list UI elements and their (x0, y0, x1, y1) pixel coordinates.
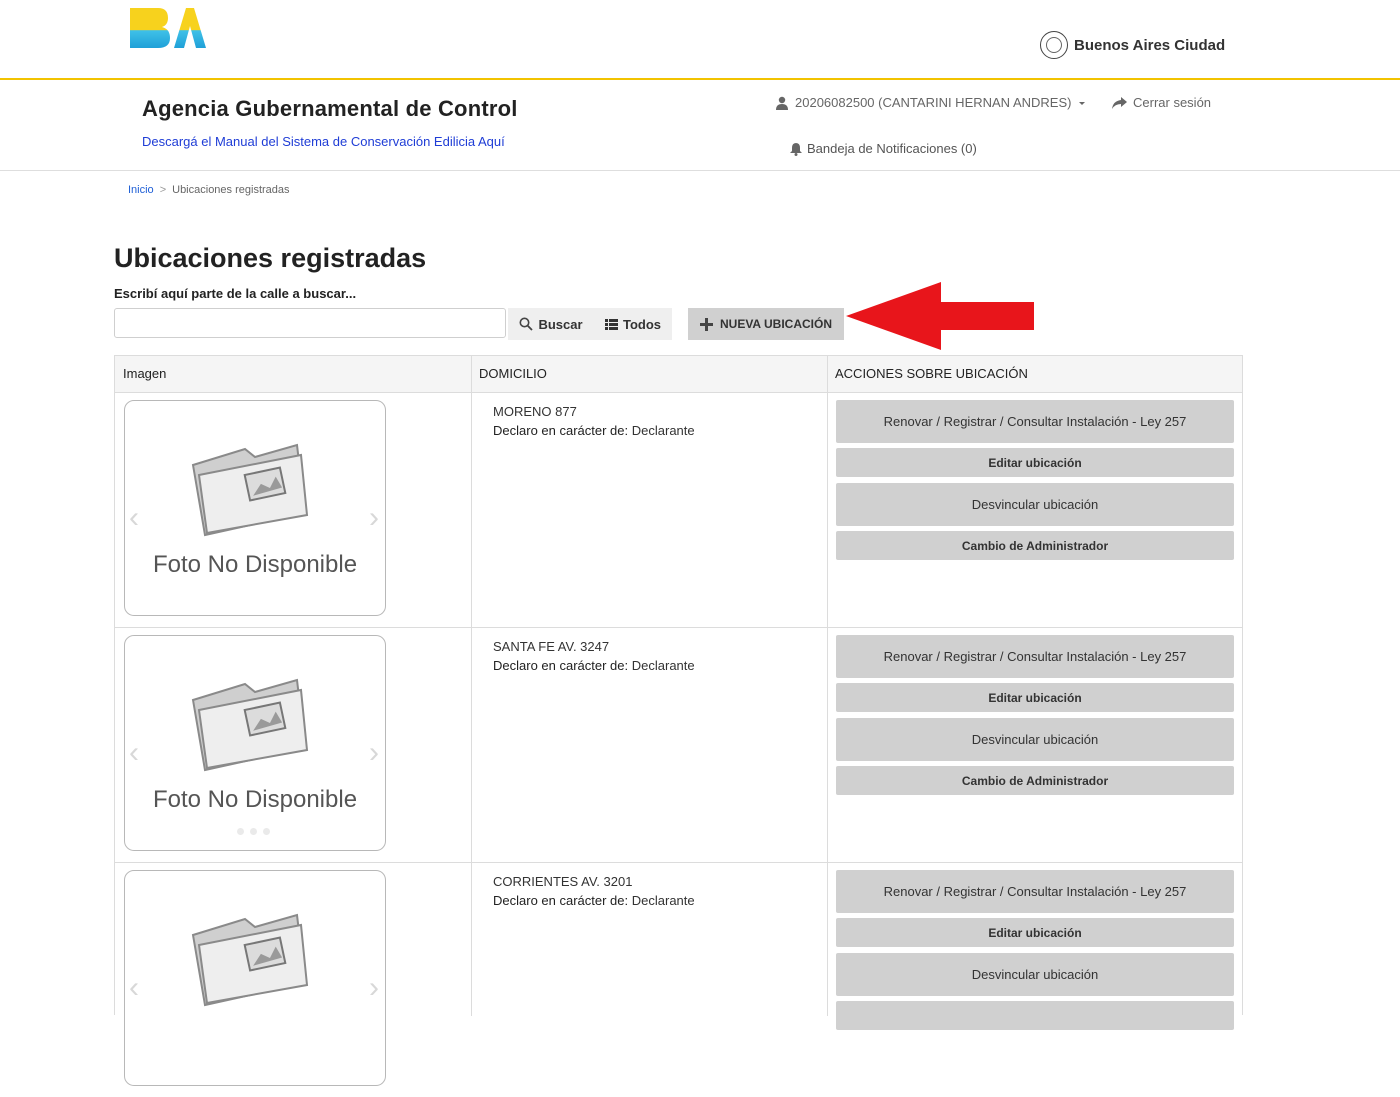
declare-label: Declaro en carácter de: (493, 423, 629, 438)
column-header-address: DOMICILIO (479, 366, 547, 381)
folder-image-icon (191, 678, 309, 772)
new-location-button[interactable]: NUEVA UBICACIÓN (688, 308, 844, 340)
breadcrumb-current: Ubicaciones registradas (172, 184, 290, 196)
logout-label: Cerrar sesión (1133, 95, 1212, 110)
breadcrumb-separator: > (159, 184, 167, 196)
breadcrumb-home[interactable]: Inicio (128, 184, 154, 196)
search-icon (519, 317, 534, 331)
red-arrow-annotation-icon (846, 282, 1034, 350)
carousel-next-icon[interactable]: › (369, 736, 379, 770)
carousel-prev-icon[interactable]: ‹ (129, 971, 139, 1005)
unlink-location-button[interactable]: Desvincular ubicación (836, 953, 1234, 996)
unlink-location-button[interactable]: Desvincular ubicación (836, 483, 1234, 526)
folder-image-icon (191, 443, 309, 537)
address-text: SANTA FE AV. 3247 (493, 639, 610, 654)
edit-location-button[interactable]: Editar ubicación (836, 918, 1234, 947)
table-row: ‹ › Foto No Disponible SANTA FE AV. 3247… (115, 627, 1242, 863)
notifications-label: Bandeja de Notificaciones (0) (807, 141, 977, 156)
renew-installation-button[interactable]: Renovar / Registrar / Consultar Instalac… (836, 400, 1234, 443)
new-location-button-label: NUEVA UBICACIÓN (719, 317, 832, 331)
carousel-dots[interactable] (237, 828, 270, 835)
address-text: MORENO 877 (493, 404, 577, 419)
edit-location-button[interactable]: Editar ubicación (836, 683, 1234, 712)
logout-link[interactable]: Cerrar sesión (1112, 95, 1211, 110)
photo-unavailable-text: Foto No Disponible (152, 786, 358, 813)
bell-icon (790, 142, 802, 156)
renew-installation-button[interactable]: Renovar / Registrar / Consultar Instalac… (836, 635, 1234, 678)
change-admin-button[interactable] (836, 1001, 1234, 1030)
address-cell: CORRIENTES AV. 3201 Declaro en carácter … (493, 872, 695, 910)
city-name: Buenos Aires Ciudad (1074, 36, 1226, 54)
locations-table: Imagen DOMICILIO ACCIONES SOBRE UBICACIÓ… (114, 355, 1243, 1086)
agency-title: Agencia Gubernamental de Control (142, 96, 518, 121)
photo-carousel[interactable]: ‹ › Foto No Disponible (124, 400, 386, 616)
user-label: 20206082500 (CANTARINI HERNAN ANDRES) (795, 95, 1072, 110)
address-text: CORRIENTES AV. 3201 (493, 874, 633, 889)
search-button[interactable]: Buscar (508, 308, 594, 340)
column-divider (471, 356, 472, 1016)
share-arrow-icon (1112, 96, 1127, 109)
declare-label: Declaro en carácter de: (493, 893, 629, 908)
folder-image-icon (191, 913, 309, 1007)
photo-unavailable-text: Foto No Disponible (152, 551, 358, 578)
renew-installation-button[interactable]: Renovar / Registrar / Consultar Instalac… (836, 870, 1234, 913)
declare-role: Declarante (631, 658, 695, 673)
city-brand[interactable]: Buenos Aires Ciudad (1040, 28, 1225, 62)
table-row: ‹ › CORRIENTES AV. 3201 Declaro en carác… (115, 862, 1242, 1097)
user-icon (776, 96, 788, 110)
notifications-link[interactable]: Bandeja de Notificaciones (0) (789, 141, 977, 156)
page-title: Ubicaciones registradas (114, 243, 427, 273)
plus-icon (699, 317, 713, 331)
breadcrumb: Inicio > Ubicaciones registradas (128, 184, 290, 196)
ba-logo[interactable] (128, 6, 208, 50)
search-button-label: Buscar (538, 316, 583, 332)
declare-role: Declarante (631, 893, 695, 908)
photo-carousel[interactable]: ‹ › (124, 870, 386, 1086)
table-row: ‹ › Foto No Disponible MORENO 877 Declar… (115, 392, 1242, 628)
search-label: Escribí aquí parte de la calle a buscar.… (114, 286, 357, 301)
user-menu[interactable]: 20206082500 (CANTARINI HERNAN ANDRES) (775, 95, 1087, 110)
manual-download-link[interactable]: Descargá el Manual del Sistema de Conser… (142, 134, 505, 149)
address-cell: SANTA FE AV. 3247 Declaro en carácter de… (493, 637, 695, 675)
address-cell: MORENO 877 Declaro en carácter de: Decla… (493, 402, 695, 440)
photo-carousel[interactable]: ‹ › Foto No Disponible (124, 635, 386, 851)
caret-down-icon (1079, 101, 1086, 105)
declare-role: Declarante (631, 423, 695, 438)
city-seal-icon (1040, 31, 1068, 59)
search-input[interactable] (114, 308, 506, 338)
declare-label: Declaro en carácter de: (493, 658, 629, 673)
carousel-next-icon[interactable]: › (369, 971, 379, 1005)
carousel-prev-icon[interactable]: ‹ (129, 501, 139, 535)
carousel-prev-icon[interactable]: ‹ (129, 736, 139, 770)
column-divider (827, 356, 828, 1016)
show-all-button[interactable]: Todos (594, 308, 672, 340)
grid-icon (604, 318, 618, 330)
agency-header (0, 80, 1400, 171)
carousel-next-icon[interactable]: › (369, 501, 379, 535)
unlink-location-button[interactable]: Desvincular ubicación (836, 718, 1234, 761)
table-header: Imagen DOMICILIO ACCIONES SOBRE UBICACIÓ… (115, 356, 1242, 393)
column-header-image: Imagen (123, 366, 167, 381)
column-header-actions: ACCIONES SOBRE UBICACIÓN (835, 366, 1028, 381)
change-admin-button[interactable]: Cambio de Administrador (836, 531, 1234, 560)
show-all-button-label: Todos (622, 316, 662, 332)
edit-location-button[interactable]: Editar ubicación (836, 448, 1234, 477)
change-admin-button[interactable]: Cambio de Administrador (836, 766, 1234, 795)
